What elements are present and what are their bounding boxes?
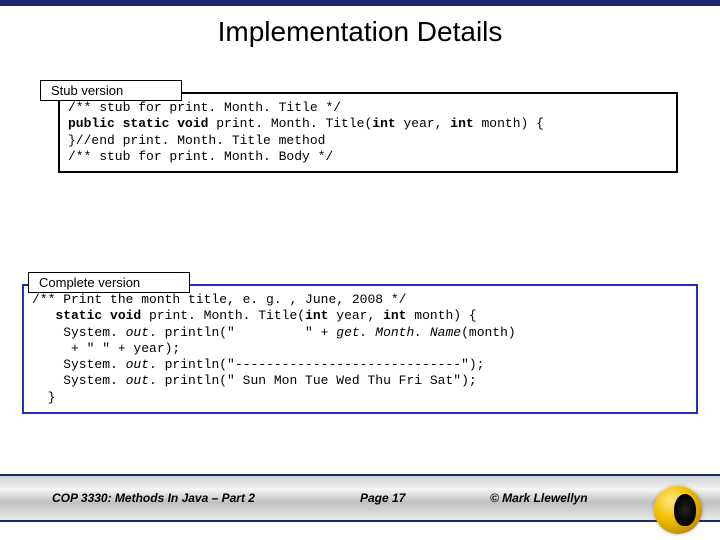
under-bar (0, 522, 720, 540)
code-kw: int (450, 116, 473, 131)
slide: Implementation Details Stub version /** … (0, 0, 720, 540)
footer-copyright: © Mark Llewellyn (490, 491, 588, 505)
page-title: Implementation Details (0, 16, 720, 48)
footer-course: COP 3330: Methods In Java – Part 2 (52, 491, 255, 505)
code-line: /** Print the month title, e. g. , June,… (32, 292, 406, 307)
code-line: + " " + year); (32, 341, 180, 356)
stub-code-box: /** stub for print. Month. Title */ publ… (58, 92, 678, 173)
footer-page: Page 17 (360, 491, 405, 505)
code-line: /** stub for print. Month. Body */ (68, 149, 333, 164)
code-it: out (126, 373, 149, 388)
code-kw: int (372, 116, 395, 131)
code-kw: int (305, 308, 328, 323)
code-it: out (126, 325, 149, 340)
code-line: } (32, 390, 55, 405)
code-kw: static void (55, 308, 141, 323)
code-line: }//end print. Month. Title method (68, 133, 325, 148)
top-accent-bar (0, 0, 720, 6)
code-text: year, (328, 308, 383, 323)
complete-code-box: /** Print the month title, e. g. , June,… (22, 284, 698, 414)
code-text: . println(" Sun Mon Tue Wed Thu Fri Sat"… (149, 373, 477, 388)
code-text: System. (32, 373, 126, 388)
code-text: . println(" " + (149, 325, 336, 340)
code-it: get. Month. Name (336, 325, 461, 340)
footer-band: COP 3330: Methods In Java – Part 2 Page … (0, 474, 720, 522)
code-text: print. Month. Title( (141, 308, 305, 323)
code-text: (month) (461, 325, 516, 340)
stub-version-label: Stub version (40, 80, 182, 101)
code-line: /** stub for print. Month. Title */ (68, 100, 341, 115)
code-kw: public static void (68, 116, 208, 131)
code-text: System. (32, 357, 126, 372)
code-it: out (126, 357, 149, 372)
code-text: System. (32, 325, 126, 340)
code-kw: int (383, 308, 406, 323)
complete-version-label: Complete version (28, 272, 190, 293)
code-text: print. Month. Title( (208, 116, 372, 131)
code-text: year, (396, 116, 451, 131)
code-text: month) { (474, 116, 544, 131)
code-text: . println("-----------------------------… (149, 357, 484, 372)
ucf-logo-icon (654, 486, 702, 534)
code-text: month) { (406, 308, 476, 323)
